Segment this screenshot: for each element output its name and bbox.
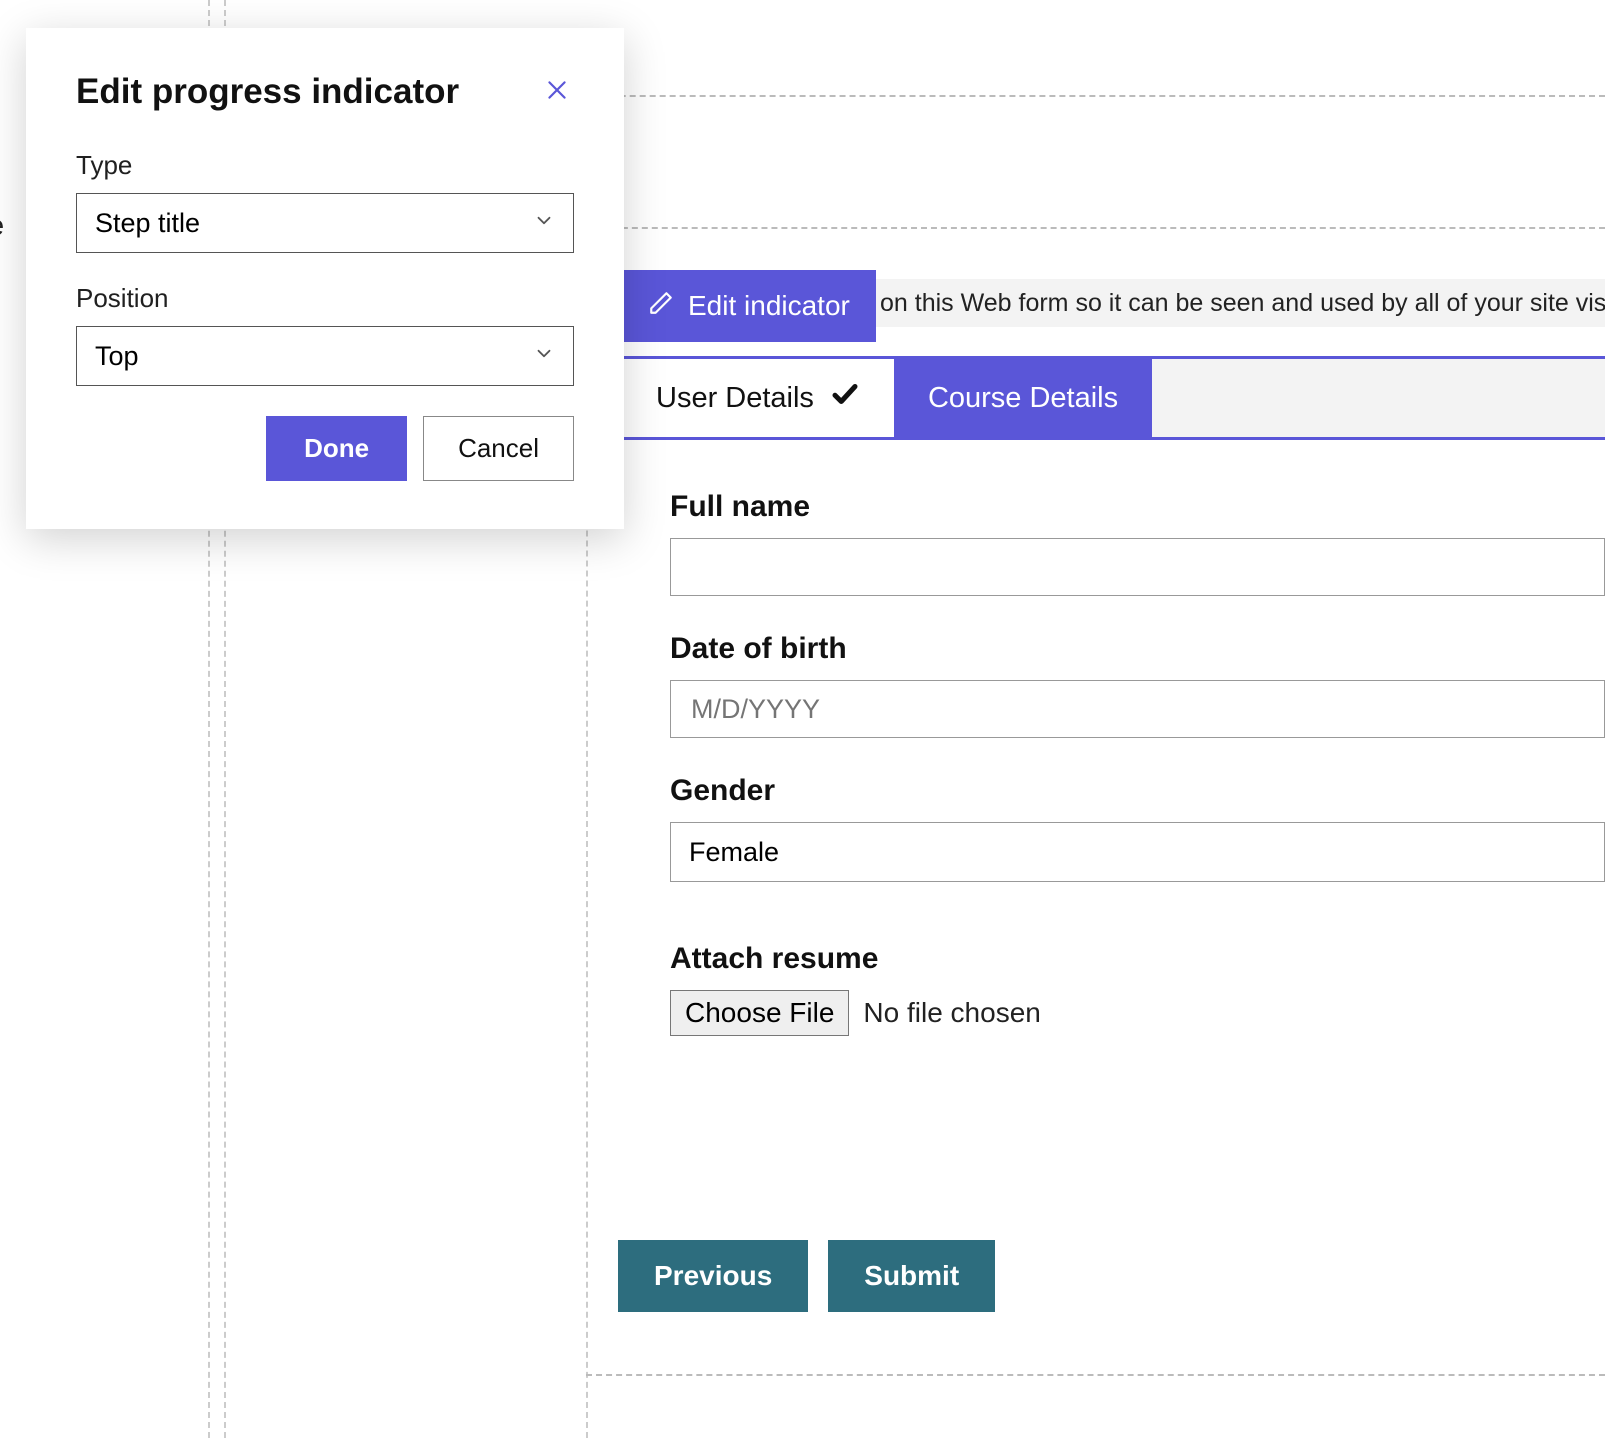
field-type: Type Step title	[76, 150, 574, 253]
attach-label: Attach resume	[670, 942, 1605, 976]
info-bar-text: on this Web form so it can be seen and u…	[880, 289, 1605, 318]
type-label: Type	[76, 150, 574, 181]
tab-course-details[interactable]: Course Details	[894, 359, 1152, 437]
submit-button[interactable]: Submit	[828, 1240, 995, 1312]
field-gender: Gender Female	[670, 774, 1605, 882]
cancel-button[interactable]: Cancel	[423, 416, 574, 481]
chevron-down-icon	[533, 341, 555, 372]
dialog-title: Edit progress indicator	[76, 72, 459, 112]
gender-label: Gender	[670, 774, 1605, 808]
type-value: Step title	[95, 208, 200, 239]
edit-progress-indicator-dialog: Edit progress indicator Type Step title …	[26, 28, 624, 529]
dialog-actions: Done Cancel	[76, 416, 574, 481]
field-attach-resume: Attach resume Choose File No file chosen	[670, 942, 1605, 1036]
chevron-down-icon	[533, 208, 555, 239]
position-value: Top	[95, 341, 139, 372]
position-select[interactable]: Top	[76, 326, 574, 386]
truncated-text-left: e	[0, 210, 4, 243]
canvas-guide-bottom	[586, 1374, 1605, 1376]
gender-select[interactable]: Female	[670, 822, 1605, 882]
dob-input[interactable]	[670, 680, 1605, 738]
choose-file-button[interactable]: Choose File	[670, 990, 849, 1036]
gender-value: Female	[689, 837, 779, 868]
full-name-label: Full name	[670, 490, 1605, 524]
tab-user-details[interactable]: User Details	[622, 359, 894, 437]
form-actions: Previous Submit	[618, 1240, 995, 1312]
tab-label: Course Details	[928, 382, 1118, 415]
edit-indicator-label: Edit indicator	[688, 290, 850, 322]
field-full-name: Full name	[670, 490, 1605, 596]
type-select[interactable]: Step title	[76, 193, 574, 253]
done-button[interactable]: Done	[266, 416, 407, 481]
dob-label: Date of birth	[670, 632, 1605, 666]
pencil-icon	[648, 290, 674, 323]
no-file-text: No file chosen	[863, 997, 1040, 1029]
progress-tabstrip: User Details Course Details	[622, 356, 1605, 440]
full-name-input[interactable]	[670, 538, 1605, 596]
field-position: Position Top	[76, 283, 574, 386]
position-label: Position	[76, 283, 574, 314]
previous-button[interactable]: Previous	[618, 1240, 808, 1312]
checkmark-icon	[830, 379, 860, 417]
tab-label: User Details	[656, 382, 814, 415]
field-dob: Date of birth	[670, 632, 1605, 738]
edit-indicator-button[interactable]: Edit indicator	[622, 270, 876, 342]
close-icon[interactable]	[540, 73, 574, 112]
